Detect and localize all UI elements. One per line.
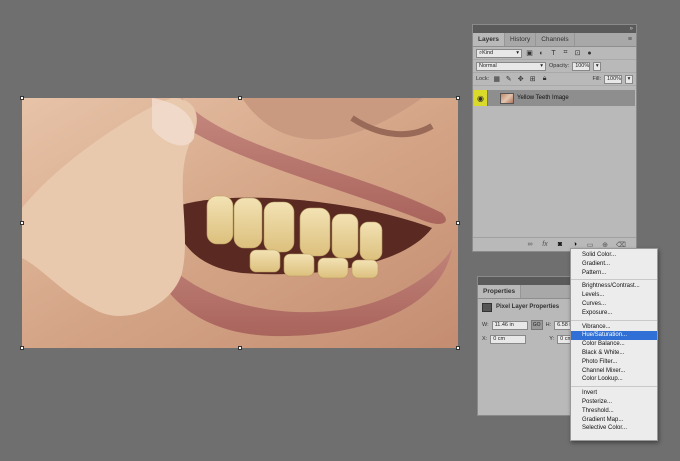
opacity-label: Opacity: — [549, 63, 570, 69]
tab-properties[interactable]: Properties — [478, 285, 522, 298]
canvas-image[interactable] — [22, 98, 458, 348]
menu-item[interactable]: Invert — [571, 389, 657, 398]
menu-item[interactable]: Levels... — [571, 291, 657, 300]
layer-mask-icon[interactable]: ◙ — [556, 241, 564, 248]
adjustment-layer-icon[interactable]: ◑ — [571, 241, 579, 248]
menu-item[interactable]: Selective Color... — [571, 424, 657, 433]
lock-paint-icon[interactable]: ✎ — [504, 75, 513, 84]
menu-item[interactable]: Curves... — [571, 300, 657, 309]
transform-handle[interactable] — [20, 346, 24, 350]
menu-item[interactable]: Channel Mixer... — [571, 367, 657, 376]
kind-filter-select[interactable]: ⌕ Kind ▾ — [476, 48, 522, 58]
teeth-photo — [22, 98, 458, 348]
lock-all-icon[interactable]: 🔒︎ — [540, 75, 549, 84]
tab-channels[interactable]: Channels — [536, 33, 575, 46]
smart-object-filter-icon[interactable]: ⊡ — [573, 49, 582, 58]
lock-artboard-icon[interactable]: ⊞ — [528, 75, 537, 84]
menu-item[interactable]: Vibrance... — [571, 323, 657, 332]
menu-item[interactable]: Photo Filter... — [571, 358, 657, 367]
adjustment-layer-menu: Solid Color... Gradient... Pattern... Brigh… — [570, 248, 658, 441]
eye-icon[interactable]: ◉ — [474, 90, 488, 106]
fill-label: Fill: — [592, 76, 601, 82]
menu-item[interactable]: Exposure... — [571, 309, 657, 318]
x-input[interactable]: 0 cm — [490, 334, 527, 344]
menu-separator — [571, 279, 657, 281]
transform-handle[interactable] — [456, 346, 460, 350]
tab-layers[interactable]: Layers — [473, 33, 505, 46]
pixel-filter-icon[interactable]: ▣ — [525, 49, 534, 58]
filter-toggle-icon[interactable]: ● — [585, 49, 594, 58]
menu-item[interactable]: Hue/Saturation... — [571, 331, 657, 341]
link-layers-icon[interactable]: ∞ — [526, 241, 534, 248]
fill-input[interactable]: 100% — [604, 74, 622, 84]
x-label: X: — [482, 336, 488, 342]
width-input[interactable]: 11.46 in — [491, 320, 528, 330]
transform-handle[interactable] — [238, 96, 242, 100]
blend-row: Normal ▾ Opacity: 100% ▾ — [473, 60, 636, 73]
menu-item[interactable]: Color Lookup... — [571, 375, 657, 384]
fill-dropdown[interactable]: ▾ — [625, 74, 633, 84]
lock-position-icon[interactable]: ✥ — [516, 75, 525, 84]
kind-filter-value: Kind — [482, 50, 494, 56]
menu-item[interactable]: Solid Color... — [571, 251, 657, 260]
layer-thumbnail — [500, 92, 514, 104]
lock-label: Lock: — [476, 76, 490, 82]
shape-filter-icon[interactable]: ⌗ — [561, 49, 570, 58]
lock-transparency-icon[interactable]: ▦ — [492, 75, 501, 84]
menu-item[interactable]: Pattern... — [571, 269, 657, 278]
layers-panel: » Layers History Channels ≡ ⌕ Kind ▾ ▣ ◐… — [472, 24, 637, 252]
filter-row: ⌕ Kind ▾ ▣ ◐ T ⌗ ⊡ ● — [473, 47, 636, 60]
menu-item[interactable]: Color Balance... — [571, 340, 657, 349]
blend-mode-select[interactable]: Normal ▾ — [476, 61, 546, 71]
menu-item[interactable]: Gradient... — [571, 260, 657, 269]
y-label: Y: — [549, 336, 555, 342]
tab-history[interactable]: History — [505, 33, 537, 46]
fx-icon[interactable]: fx — [541, 241, 549, 248]
height-label: H: — [545, 322, 552, 328]
menu-item[interactable]: Gradient Map... — [571, 416, 657, 425]
pixel-layer-icon — [482, 302, 492, 312]
link-dimensions-button[interactable]: GO — [530, 320, 543, 330]
width-label: W: — [482, 322, 489, 328]
menu-separator — [571, 319, 657, 321]
panel-collapse-bar[interactable]: » — [473, 25, 636, 33]
transform-handle[interactable] — [456, 96, 460, 100]
transform-handle[interactable] — [456, 221, 460, 225]
transform-handle[interactable] — [238, 346, 242, 350]
type-filter-icon[interactable]: T — [549, 49, 558, 58]
menu-item[interactable]: Threshold... — [571, 407, 657, 416]
layer-item[interactable]: ◉ Yellow Teeth Image — [474, 90, 635, 106]
blend-mode-value: Normal — [479, 63, 497, 69]
layers-tab-bar: Layers History Channels ≡ — [473, 33, 636, 47]
properties-title: Pixel Layer Properties — [496, 304, 560, 310]
menu-item[interactable]: Posterize... — [571, 398, 657, 407]
chevron-down-icon: ▾ — [540, 63, 543, 69]
menu-item[interactable]: Brightness/Contrast... — [571, 282, 657, 291]
opacity-input[interactable]: 100% — [572, 61, 591, 71]
transform-handle[interactable] — [20, 96, 24, 100]
menu-separator — [571, 386, 657, 388]
layer-name: Yellow Teeth Image — [517, 95, 569, 101]
transform-handle[interactable] — [20, 221, 24, 225]
adjustment-filter-icon[interactable]: ◐ — [537, 49, 546, 58]
menu-item[interactable]: Black & White... — [571, 349, 657, 358]
hamburger-menu-icon[interactable]: ≡ — [628, 36, 632, 43]
lock-row: Lock: ▦ ✎ ✥ ⊞ 🔒︎ Fill: 100% ▾ — [473, 73, 636, 86]
chevron-down-icon: ▾ — [516, 50, 519, 56]
opacity-dropdown[interactable]: ▾ — [593, 61, 602, 71]
